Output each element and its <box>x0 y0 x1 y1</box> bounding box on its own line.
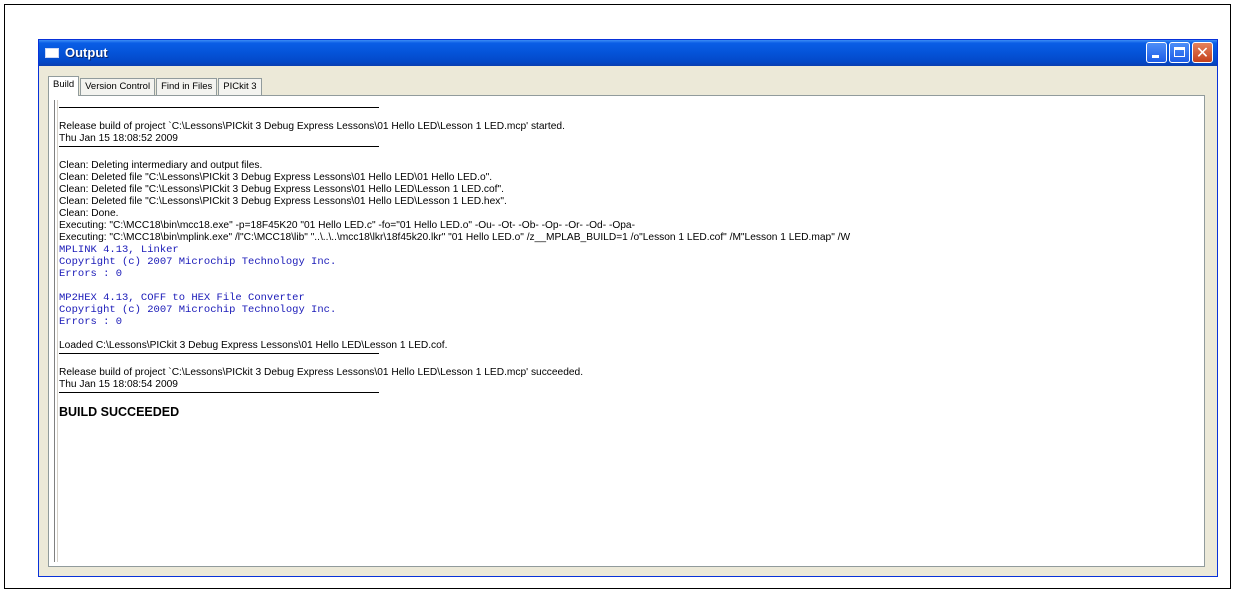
tab-build[interactable]: Build <box>48 76 80 96</box>
window-title: Output <box>65 45 108 60</box>
separator-line <box>59 146 379 147</box>
tab-find-in-files[interactable]: Find in Files <box>156 78 218 96</box>
hex-converter-line: Copyright (c) 2007 Microchip Technology … <box>59 304 337 316</box>
linker-line: Copyright (c) 2007 Microchip Technology … <box>59 256 337 268</box>
log-line: Clean: Done. <box>59 208 119 219</box>
separator-line <box>59 107 379 108</box>
linker-line: MPLINK 4.13, Linker <box>59 244 179 256</box>
close-icon: ✕ <box>1195 43 1210 62</box>
figure-frame: Output ✕ Build Version Control Find in F… <box>4 4 1231 589</box>
log-line: Release build of project `C:\Lessons\PIC… <box>59 121 565 132</box>
log-line: Thu Jan 15 18:08:54 2009 <box>59 379 178 390</box>
build-result: BUILD SUCCEEDED <box>59 406 180 419</box>
log-line: Clean: Deleted file "C:\Lessons\PICkit 3… <box>59 172 493 183</box>
window-icon <box>45 48 59 58</box>
build-output-panel[interactable]: Release build of project `C:\Lessons\PIC… <box>48 95 1205 567</box>
separator-line <box>59 392 379 393</box>
pane-divider <box>54 100 58 562</box>
tab-version-control[interactable]: Version Control <box>80 78 156 96</box>
maximize-button[interactable] <box>1169 42 1190 63</box>
log-line: Executing: "C:\MCC18\bin\mplink.exe" /l"… <box>59 232 851 243</box>
log-line: Release build of project `C:\Lessons\PIC… <box>59 367 584 378</box>
log-line: Executing: "C:\MCC18\bin\mcc18.exe" -p=1… <box>59 220 635 231</box>
close-button[interactable]: ✕ <box>1192 42 1213 63</box>
title-bar[interactable]: Output ✕ <box>39 40 1217 66</box>
tab-strip: Build Version Control Find in Files PICk… <box>48 76 263 96</box>
hex-converter-line: Errors : 0 <box>59 316 123 328</box>
log-line: Clean: Deleted file "C:\Lessons\PICkit 3… <box>59 184 504 195</box>
log-line: Clean: Deleted file "C:\Lessons\PICkit 3… <box>59 196 507 207</box>
log-line: Thu Jan 15 18:08:52 2009 <box>59 133 178 144</box>
build-log: Release build of project `C:\Lessons\PIC… <box>59 106 1200 562</box>
tab-pickit-3[interactable]: PICkit 3 <box>218 78 262 96</box>
maximize-icon <box>1174 47 1185 57</box>
minimize-button[interactable] <box>1146 42 1167 63</box>
minimize-icon <box>1152 55 1159 58</box>
hex-converter-line: MP2HEX 4.13, COFF to HEX File Converter <box>59 292 305 304</box>
output-window: Output ✕ Build Version Control Find in F… <box>38 39 1218 577</box>
separator-line <box>59 353 379 354</box>
log-line: Clean: Deleting intermediary and output … <box>59 160 263 171</box>
log-line: Loaded C:\Lessons\PICkit 3 Debug Express… <box>59 340 448 351</box>
linker-line: Errors : 0 <box>59 268 123 280</box>
